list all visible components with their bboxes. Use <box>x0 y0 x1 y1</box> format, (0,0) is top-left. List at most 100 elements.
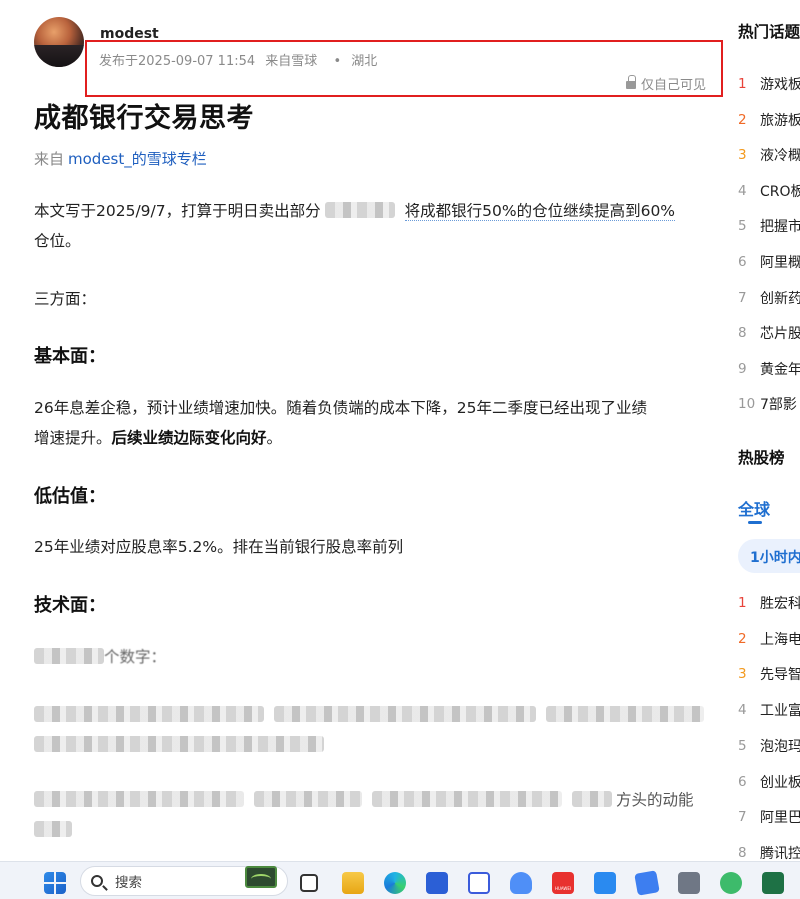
hot-topic-item[interactable]: 1 游戏板 <box>738 73 800 95</box>
column-link[interactable]: modest_的雪球专栏 <box>68 150 207 168</box>
store-icon[interactable] <box>426 872 448 894</box>
green-app-icon[interactable] <box>720 872 742 894</box>
paragraph-three-aspects: 三方面： <box>34 290 97 308</box>
tab-global[interactable]: 全球 <box>738 496 770 520</box>
intro-text: 本文写于2025/9/7，打算于明日卖出部分 <box>34 202 321 220</box>
hot-topic-label: 创新药 <box>760 290 800 307</box>
paragraph-valuation: 25年业绩对应股息率5.2%。排在当前银行股息率前列 <box>34 538 404 556</box>
hot-stock-label: 上海电 <box>760 631 800 648</box>
fundamental-text: 26年息差企稳，预计业绩增速加快。随着负债端的成本下降，25年二季度已经出现了业… <box>34 399 647 417</box>
hot-topic-item[interactable]: 5 把握市 <box>738 215 800 237</box>
hot-topic-label: 芯片股 <box>760 326 800 343</box>
start-icon[interactable] <box>44 872 66 894</box>
fundamental-text-2: 增速提升。 <box>34 429 112 447</box>
hot-stock-label: 泡泡玛 <box>760 738 800 755</box>
excel-icon[interactable] <box>762 872 784 894</box>
rank-number: 1 <box>738 76 747 92</box>
task-view-icon[interactable] <box>300 874 318 892</box>
file-explorer-icon[interactable] <box>342 872 364 894</box>
hot-stock-item[interactable]: 2 上海电 <box>738 628 800 650</box>
hot-stock-item[interactable]: 1 胜宏科 <box>738 592 800 614</box>
rank-number: 5 <box>738 737 747 754</box>
app-m-icon[interactable] <box>468 872 490 894</box>
article-source: 来自 modest_的雪球专栏 <box>34 148 207 169</box>
hot-topics-title: 热门话题 <box>738 23 800 41</box>
rank-number: 5 <box>738 218 747 235</box>
hot-stock-item[interactable]: 6 创业板 <box>738 771 800 793</box>
post-location: 湖北 <box>351 54 378 69</box>
hot-topic-item[interactable]: 6 阿里概 <box>738 251 800 273</box>
heading-valuation: 低估值： <box>34 486 106 507</box>
redacted-text <box>34 821 72 837</box>
post-meta: 发布于2025-09-07 11:54 来自雪球 • 湖北 <box>99 50 383 69</box>
rank-number: 9 <box>738 360 747 377</box>
huawei-appgallery-icon[interactable]: HUAWEI <box>552 872 574 894</box>
rank-number: 4 <box>738 182 747 199</box>
hot-stock-label: 先导智 <box>760 667 800 684</box>
pen-app-icon[interactable] <box>634 870 660 896</box>
search-placeholder: 搜索 <box>115 875 142 891</box>
hot-topic-label: 游戏板 <box>760 77 800 93</box>
hot-stock-item[interactable]: 7 阿里巴 <box>738 806 800 828</box>
hot-stock-item[interactable]: 4 工业富 <box>738 699 800 721</box>
intro-text-link: 将成都银行50%的仓位继续提高到60% <box>404 202 676 221</box>
tab-underline <box>748 521 762 524</box>
rank-number: 8 <box>738 325 747 342</box>
rank-number: 3 <box>738 666 747 683</box>
search-icon <box>91 875 103 887</box>
hot-stock-label: 腾讯控 <box>760 845 800 862</box>
hot-stock-item[interactable]: 5 泡泡玛 <box>738 735 800 757</box>
meta-separator: • <box>333 54 342 69</box>
hot-topic-label: 7部影 <box>760 397 797 414</box>
hot-topic-item[interactable]: 3 液冷概 <box>738 144 800 166</box>
intro-text-end: 仓位。 <box>34 232 81 250</box>
calculator-icon[interactable] <box>678 872 700 894</box>
redacted-text <box>34 791 244 807</box>
time-filter-pill[interactable]: 1小时内 <box>738 539 800 573</box>
taskbar: 搜索 HUAWEI <box>0 861 800 899</box>
paragraph-blurred-3: 方头的动能 <box>34 785 708 845</box>
rank-number: 3 <box>738 147 747 164</box>
paragraph-blurred-2 <box>34 700 708 760</box>
edge-browser-icon[interactable] <box>384 872 406 894</box>
hot-topic-label: 阿里概 <box>760 255 800 271</box>
publish-time: 发布于2025-09-07 11:54 <box>99 54 256 69</box>
redacted-text <box>546 706 704 722</box>
paragraph-fundamental: 26年息差企稳，预计业绩增速加快。随着负债端的成本下降，25年二季度已经出现了业… <box>34 393 708 453</box>
hot-topic-item[interactable]: 7 创新药 <box>738 287 800 309</box>
cloud-icon[interactable] <box>510 872 532 894</box>
hot-topic-label: CRO板 <box>760 183 800 200</box>
notes-icon[interactable] <box>594 872 616 894</box>
hot-topic-item[interactable]: 2 旅游板 <box>738 109 800 131</box>
rank-number: 1 <box>738 595 747 611</box>
rank-number: 2 <box>738 630 747 647</box>
rank-number: 7 <box>738 809 747 826</box>
hot-stock-label: 创业板 <box>760 774 800 791</box>
rank-number: 4 <box>738 702 747 719</box>
hot-topic-label: 旅游板 <box>760 112 800 129</box>
hot-topic-label: 黄金年 <box>760 361 800 378</box>
redacted-text <box>34 648 104 664</box>
hot-stock-label: 胜宏科 <box>760 596 800 612</box>
author-avatar[interactable] <box>34 17 84 67</box>
rank-number: 2 <box>738 111 747 128</box>
fundamental-end: 。 <box>266 429 283 447</box>
blurred-tail-2: 方头的动能 <box>616 791 694 809</box>
rank-number: 6 <box>738 773 747 790</box>
hot-topic-item[interactable]: 9 黄金年 <box>738 358 800 380</box>
redacted-text <box>254 791 362 807</box>
hot-topic-item[interactable]: 4 CRO板 <box>738 180 800 202</box>
rank-number: 7 <box>738 289 747 306</box>
rank-number: 8 <box>738 844 747 861</box>
heading-technical: 技术面： <box>34 595 106 616</box>
redacted-text <box>34 706 264 722</box>
hot-stock-item[interactable]: 3 先导智 <box>738 663 800 685</box>
hot-stock-label: 阿里巴 <box>760 810 800 827</box>
hot-topic-item[interactable]: 8 芯片股 <box>738 322 800 344</box>
visibility-status: 仅自己可见 <box>625 74 706 93</box>
hot-topic-label: 把握市 <box>760 219 800 236</box>
rank-number: 6 <box>738 254 747 270</box>
widget-chart-icon[interactable] <box>245 866 277 888</box>
paragraph-intro: 本文写于2025/9/7，打算于明日卖出部分 将成都银行50%的仓位继续提高到60… <box>34 196 708 256</box>
hot-topic-item[interactable]: 10 7部影 <box>738 393 797 415</box>
